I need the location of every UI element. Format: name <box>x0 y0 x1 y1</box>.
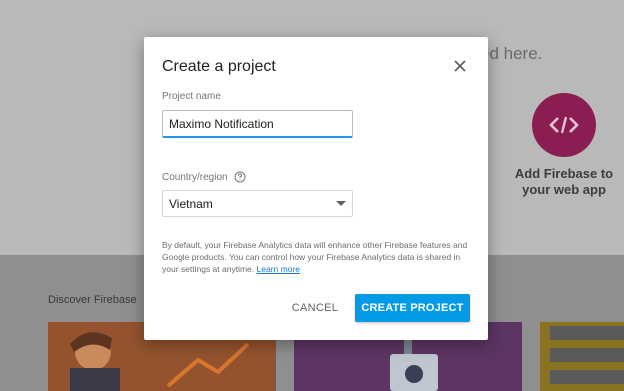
cancel-button[interactable]: CANCEL <box>284 294 346 322</box>
analytics-disclaimer: By default, your Firebase Analytics data… <box>162 239 474 275</box>
create-project-button[interactable]: CREATE PROJECT <box>355 294 470 322</box>
create-project-dialog: Create a project Project name Country/re… <box>144 37 488 340</box>
country-label-row: Country/region <box>162 171 246 183</box>
code-brackets-icon <box>549 116 579 134</box>
country-select[interactable]: Vietnam <box>162 190 353 217</box>
disclaimer-text: By default, your Firebase Analytics data… <box>162 240 468 274</box>
project-name-label: Project name <box>162 91 221 102</box>
project-name-input[interactable] <box>162 110 353 138</box>
country-value: Vietnam <box>169 196 213 211</box>
country-label: Country/region <box>162 171 228 183</box>
dropdown-arrow-icon <box>336 200 346 206</box>
dialog-title: Create a project <box>162 58 276 75</box>
learn-more-link[interactable]: Learn more <box>257 264 300 274</box>
discover-card-illustration[interactable] <box>540 322 624 391</box>
welcome-text: ed here. <box>480 44 543 63</box>
help-circle-icon[interactable] <box>234 171 246 183</box>
add-web-app-label[interactable]: Add Firebase to your web app <box>505 166 623 198</box>
add-web-app-button[interactable] <box>532 93 596 157</box>
close-icon[interactable] <box>450 56 470 76</box>
discover-title: Discover Firebase <box>48 294 137 306</box>
